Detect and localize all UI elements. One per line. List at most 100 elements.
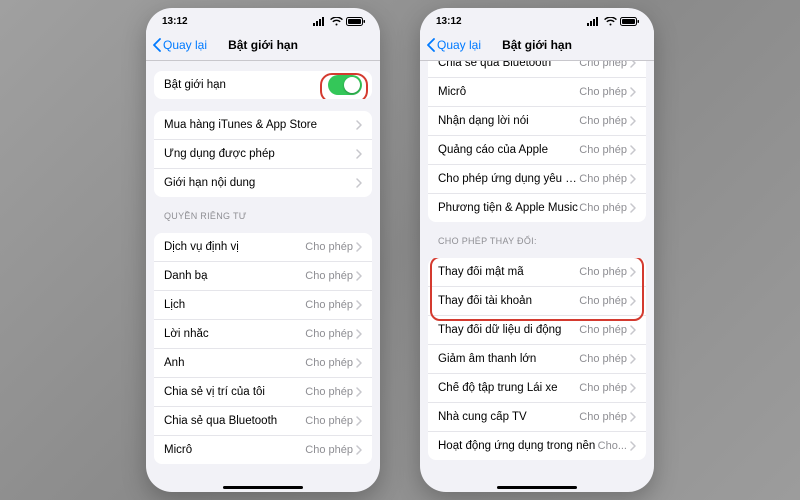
- row-chia-se-vi-tri-cu-a-to-i[interactable]: Chia sẻ vị trí của tôiCho phép: [154, 377, 372, 406]
- row-chia-se-qua-bluetooth[interactable]: Chia sẻ qua BluetoothCho phép: [428, 61, 646, 77]
- row-thay-o-i-ma-t-ma[interactable]: Thay đổi mật mãCho phép: [428, 258, 646, 286]
- row-value: Cho...: [598, 440, 627, 452]
- nav-bar: Quay lại Bật giới hạn: [420, 30, 654, 61]
- section-header-allow-changes: CHO PHÉP THAY ĐỔI:: [438, 236, 636, 246]
- back-label: Quay lại: [437, 38, 481, 52]
- status-indicators: [587, 17, 640, 26]
- chevron-right-icon: [630, 116, 636, 126]
- row-value: Cho phép: [305, 415, 353, 427]
- row-thay-o-i-du-lie-u-di-o-ng[interactable]: Thay đổi dữ liệu di độngCho phép: [428, 315, 646, 344]
- chevron-right-icon: [356, 358, 362, 368]
- content-left[interactable]: Bật giới hạn Mua hàng iTunes & App Store…: [146, 61, 380, 492]
- chevron-right-icon: [356, 242, 362, 252]
- row-label: Thay đổi dữ liệu di động: [438, 324, 579, 336]
- chevron-right-icon: [356, 120, 362, 130]
- row-micro[interactable]: MicrôCho phép: [154, 435, 372, 464]
- row-label: Ứng dụng được phép: [164, 148, 356, 160]
- row-value: Cho phép: [305, 270, 353, 282]
- home-indicator[interactable]: [497, 486, 577, 489]
- row-qua-ng-ca-o-cu-a-apple[interactable]: Quảng cáo của AppleCho phép: [428, 135, 646, 164]
- group-allow-changes: Thay đổi mật mãCho phépThay đổi tài khoả…: [428, 258, 646, 460]
- chevron-right-icon: [356, 329, 362, 339]
- row-value: Cho phép: [305, 241, 353, 253]
- chevron-right-icon: [356, 416, 362, 426]
- row-value: Cho phép: [305, 328, 353, 340]
- row-label: Quảng cáo của Apple: [438, 144, 579, 156]
- row-gio-i-ha-n-no-i-dung[interactable]: Giới hạn nội dung: [154, 168, 372, 197]
- row-label: Bật giới hạn: [164, 79, 328, 91]
- row-label: Mua hàng iTunes & App Store: [164, 119, 356, 131]
- row-chia-se-qua-bluetooth[interactable]: Chia sẻ qua BluetoothCho phép: [154, 406, 372, 435]
- row-label: Dịch vụ định vị: [164, 241, 305, 253]
- status-bar: 13:12: [420, 8, 654, 30]
- row-lo-i-nha-c[interactable]: Lời nhắcCho phép: [154, 319, 372, 348]
- row-u-ng-du-ng-u-o-c-phe-p[interactable]: Ứng dụng được phép: [154, 139, 372, 168]
- row-value: Cho phép: [305, 357, 353, 369]
- content-right[interactable]: Chia sẻ qua BluetoothCho phépMicrôCho ph…: [420, 61, 654, 492]
- row-micro[interactable]: MicrôCho phép: [428, 77, 646, 106]
- row-value: Cho phép: [579, 382, 627, 394]
- row-value: Cho phép: [579, 144, 627, 156]
- row-a-nh[interactable]: ẢnhCho phép: [154, 348, 372, 377]
- chevron-right-icon: [630, 441, 636, 451]
- row-danh-ba[interactable]: Danh bạCho phép: [154, 261, 372, 290]
- row-label: Phương tiện & Apple Music: [438, 202, 579, 214]
- row-label: Giảm âm thanh lớn: [438, 353, 579, 365]
- group-store-apps-content: Mua hàng iTunes & App Store Ứng dụng được…: [154, 111, 372, 197]
- row-phu-o-ng-tie-n-apple-music[interactable]: Phương tiện & Apple MusicCho phép: [428, 193, 646, 222]
- row-mua-ha-ng-itunes-app-store[interactable]: Mua hàng iTunes & App Store: [154, 111, 372, 139]
- row-label: Micrô: [438, 86, 579, 98]
- chevron-right-icon: [630, 325, 636, 335]
- chevron-right-icon: [630, 145, 636, 155]
- battery-icon: [620, 17, 640, 26]
- signal-icon: [587, 17, 601, 26]
- battery-icon: [346, 17, 366, 26]
- row-che-o-ta-p-trung-la-i-xe[interactable]: Chế độ tập trung Lái xeCho phép: [428, 373, 646, 402]
- row-li-ch[interactable]: LịchCho phép: [154, 290, 372, 319]
- chevron-right-icon: [630, 61, 636, 68]
- row-cho-phe-p-u-ng-du-ng-ye-u-ca-u-theo-do-i[interactable]: Cho phép ứng dụng yêu cầu theo dõiCho ph…: [428, 164, 646, 193]
- row-value: Cho phép: [305, 299, 353, 311]
- group-privacy-continued: Chia sẻ qua BluetoothCho phépMicrôCho ph…: [428, 61, 646, 222]
- row-value: Cho phép: [305, 386, 353, 398]
- nav-title: Bật giới hạn: [228, 38, 298, 52]
- chevron-left-icon: [152, 38, 162, 52]
- chevron-right-icon: [630, 87, 636, 97]
- group-privacy: Dịch vụ định vịCho phépDanh bạCho phépLị…: [154, 233, 372, 464]
- row-value: Cho phép: [579, 202, 627, 214]
- row-nha-cung-ca-p-tv[interactable]: Nhà cung cấp TVCho phép: [428, 402, 646, 431]
- wifi-icon: [330, 17, 343, 26]
- row-value: Cho phép: [579, 295, 627, 307]
- row-value: Cho phép: [579, 173, 627, 185]
- chevron-right-icon: [630, 383, 636, 393]
- row-value: Cho phép: [579, 266, 627, 278]
- status-time: 13:12: [162, 16, 188, 27]
- status-indicators: [313, 17, 366, 26]
- row-gia-m-a-m-thanh-lo-n[interactable]: Giảm âm thanh lớnCho phép: [428, 344, 646, 373]
- row-label: Lời nhắc: [164, 328, 305, 340]
- back-button[interactable]: Quay lại: [426, 38, 481, 52]
- chevron-right-icon: [630, 267, 636, 277]
- row-label: Chế độ tập trung Lái xe: [438, 382, 579, 394]
- row-thay-o-i-ta-i-khoa-n[interactable]: Thay đổi tài khoảnCho phép: [428, 286, 646, 315]
- row-nha-n-da-ng-lo-i-no-i[interactable]: Nhận dạng lời nóiCho phép: [428, 106, 646, 135]
- chevron-right-icon: [356, 149, 362, 159]
- toggle-switch-on[interactable]: [328, 75, 362, 95]
- row-label: Nhà cung cấp TV: [438, 411, 579, 423]
- home-indicator[interactable]: [223, 486, 303, 489]
- row-enable-restrictions[interactable]: Bật giới hạn: [154, 71, 372, 99]
- wifi-icon: [604, 17, 617, 26]
- row-label: Ảnh: [164, 357, 305, 369]
- row-hoa-t-o-ng-u-ng-du-ng-trong-ne-n[interactable]: Hoạt động ứng dụng trong nềnCho...: [428, 431, 646, 460]
- phone-left: 13:12 Quay lại Bật giới hạn Bật giới hạn: [146, 8, 380, 492]
- row-value: Cho phép: [579, 115, 627, 127]
- back-label: Quay lại: [163, 38, 207, 52]
- row-label: Chia sẻ vị trí của tôi: [164, 386, 305, 398]
- row-label: Thay đổi tài khoản: [438, 295, 579, 307]
- chevron-right-icon: [356, 445, 362, 455]
- chevron-right-icon: [356, 300, 362, 310]
- back-button[interactable]: Quay lại: [152, 38, 207, 52]
- row-label: Chia sẻ qua Bluetooth: [164, 415, 305, 427]
- row-di-ch-vu-i-nh-vi[interactable]: Dịch vụ định vịCho phép: [154, 233, 372, 261]
- chevron-right-icon: [630, 296, 636, 306]
